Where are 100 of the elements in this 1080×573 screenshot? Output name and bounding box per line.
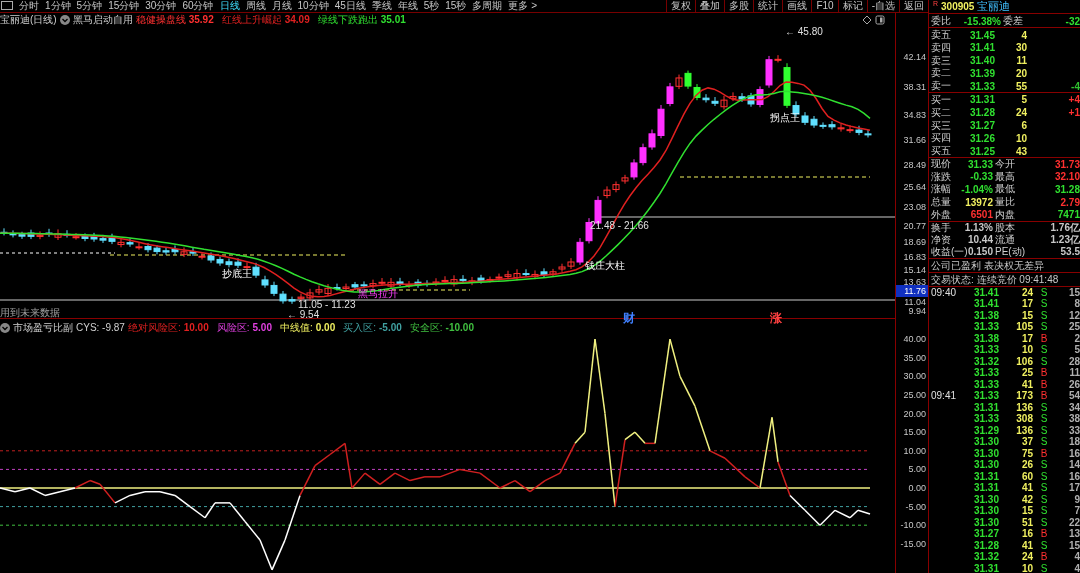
order-level-label: 卖二 (930, 66, 952, 81)
field-label: 委比 (930, 14, 951, 28)
dropdown-icon[interactable] (59, 14, 70, 25)
reading-label: 风险区: (216, 320, 250, 335)
period-tab[interactable]: 多周期 (469, 0, 506, 12)
trade-side: B (1039, 367, 1049, 379)
period-tab[interactable]: 1分钟 (42, 0, 74, 12)
reading-label: 买入区: (343, 320, 376, 335)
period-tab[interactable]: 10分钟 (294, 0, 332, 12)
trade-side: B (1039, 332, 1049, 345)
tick-count: 15 (1068, 286, 1080, 299)
trade-side: S (1039, 562, 1049, 573)
toolbar-button[interactable]: 标记 (837, 0, 867, 12)
toolbar-button[interactable]: F10 (811, 0, 838, 12)
tick-price: 31.30 (973, 436, 999, 448)
event-marker[interactable]: 财 (623, 312, 635, 325)
tick-volume: 60 (1021, 470, 1033, 483)
order-volume: 10 (1015, 132, 1027, 144)
diamond-icon[interactable] (862, 14, 872, 25)
axis-tick-label: 40.00 (903, 333, 926, 346)
period-tab[interactable]: 30分钟 (142, 0, 180, 12)
tick-price: 31.41 (973, 298, 999, 310)
tick-count: 5 (1074, 344, 1080, 356)
order-volume: 4 (1021, 29, 1027, 41)
reading-label: 绝对风险区: (127, 320, 181, 335)
period-tab[interactable]: 5分钟 (73, 0, 106, 12)
tick-price: 31.33 (973, 413, 999, 425)
toolbar-button[interactable]: -自选 (866, 0, 899, 12)
trade-side: B (1039, 528, 1049, 540)
period-tab[interactable]: 5秒 (420, 0, 443, 12)
panel-icon[interactable] (875, 14, 885, 25)
tick-volume: 24 (1021, 551, 1033, 563)
tick-count: 26 (1068, 378, 1080, 391)
field-label: 净资 (930, 233, 952, 247)
stock-code: 300905 (941, 1, 975, 12)
toolbar-button[interactable]: 画线 (782, 0, 812, 12)
reading-value: 0.00 (315, 322, 336, 333)
field-label: 涨幅 (930, 182, 952, 197)
current-price-tag: 11.76 (896, 284, 928, 297)
axis-tick-label: 10.00 (903, 444, 926, 457)
field-label: 外盘 (930, 207, 952, 222)
tick-volume: 41 (1021, 378, 1033, 391)
tick-count: 28 (1068, 355, 1080, 368)
toolbar-button[interactable]: 统计 (753, 0, 783, 12)
order-volume: 20 (1015, 67, 1027, 79)
field-value: 6501 (970, 209, 993, 221)
axis-tick-label: 23.08 (903, 201, 926, 214)
tick-volume: 25 (1021, 367, 1033, 379)
trade-side: S (1039, 401, 1049, 414)
chart-annotation: 抄底王 (222, 268, 252, 280)
axis-tick-label: 25.00 (903, 389, 926, 401)
trade-side: B (1039, 447, 1049, 460)
tick-volume: 75 (1021, 447, 1033, 460)
period-tab[interactable]: 日线 (216, 0, 243, 12)
axis-tick-label: -10.00 (900, 519, 926, 532)
chart-annotation: 用到未来数据 (0, 307, 60, 319)
more-button[interactable]: 更多 > (505, 0, 541, 12)
order-level-label: 卖一 (930, 79, 952, 94)
trade-side: S (1039, 482, 1049, 494)
period-tab[interactable]: 45日线 (331, 0, 369, 12)
order-price: 31.33 (969, 80, 995, 92)
tick-volume: 17 (1021, 332, 1033, 345)
period-tab[interactable]: 15秒 (442, 0, 470, 12)
tick-count: 38 (1068, 413, 1080, 425)
trade-side: S (1039, 413, 1049, 425)
tick-volume: 37 (1021, 436, 1033, 448)
event-marker[interactable]: 涨 (770, 312, 782, 325)
toolbar-button[interactable]: 多股 (724, 0, 754, 12)
period-tab[interactable]: 60分钟 (179, 0, 217, 12)
field-value: 1.13% (964, 222, 993, 234)
field-label: 今开 (994, 157, 1016, 171)
trade-side: S (1039, 286, 1049, 299)
period-tab[interactable]: 季线 (368, 0, 395, 12)
tick-volume: 10 (1021, 344, 1033, 356)
reading-value: -5.00 (379, 322, 402, 333)
tick-price: 31.41 (973, 286, 999, 299)
period-tab[interactable]: 15分钟 (105, 0, 143, 12)
period-tab[interactable]: 分时 (16, 0, 42, 12)
order-volume: 6 (1021, 120, 1027, 132)
period-tab[interactable]: 周线 (242, 0, 269, 12)
field-value: 7471 (1057, 209, 1080, 221)
field-value: -1.04% (961, 183, 993, 195)
toolbar-button[interactable]: 复权 (666, 0, 696, 12)
tick-price: 31.32 (973, 355, 999, 368)
tick-count: 2 (1074, 332, 1080, 345)
dropdown-icon[interactable] (0, 322, 10, 333)
field-value: 32.10 (1054, 171, 1080, 183)
axis-tick-label: 16.83 (903, 250, 926, 263)
toolbar-button[interactable]: 返回 (899, 0, 928, 12)
field-label: 量比 (994, 195, 1016, 209)
axis-tick-label: 11.04 (904, 296, 926, 308)
layout-icon[interactable] (1, 1, 13, 10)
indicator-name: 市场盈亏比副 (13, 320, 73, 335)
trade-side: S (1039, 493, 1049, 506)
tick-price: 31.30 (973, 493, 999, 506)
period-tab[interactable]: 月线 (268, 0, 295, 12)
trade-side: S (1039, 309, 1049, 322)
period-tab[interactable]: 年线 (394, 0, 421, 12)
axis-tick-label: 20.00 (903, 407, 926, 420)
toolbar-button[interactable]: 叠加 (695, 0, 725, 12)
